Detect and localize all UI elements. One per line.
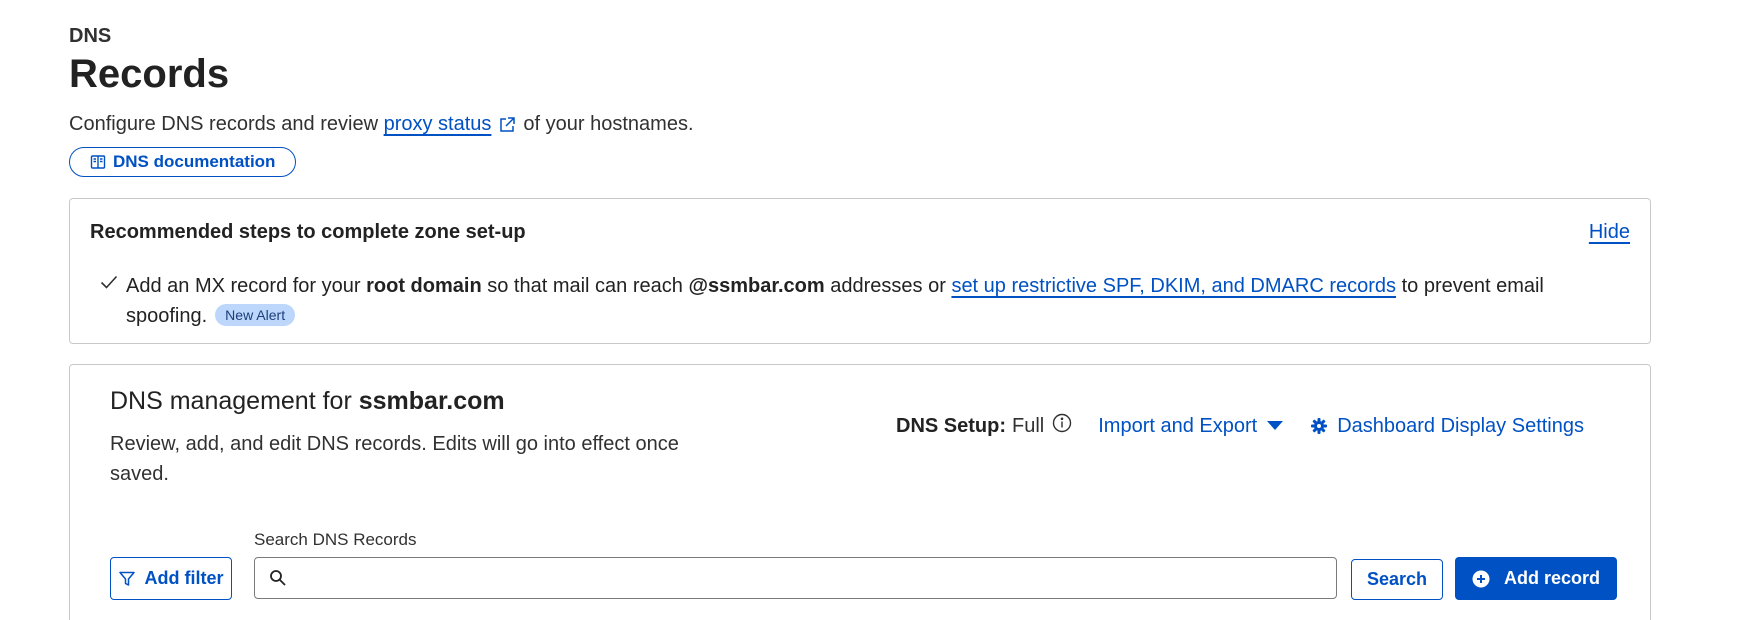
dns-documentation-button[interactable]: DNS documentation bbox=[69, 147, 297, 177]
description-text-end: of your hostnames. bbox=[523, 113, 694, 135]
search-icon bbox=[270, 570, 286, 586]
check-icon bbox=[100, 271, 126, 331]
recommended-steps-title: Recommended steps to complete zone set-u… bbox=[90, 221, 526, 243]
external-link-icon[interactable] bbox=[498, 116, 516, 134]
search-box[interactable] bbox=[254, 557, 1337, 599]
dns-setup-value: Full bbox=[1012, 414, 1045, 437]
search-input[interactable] bbox=[295, 558, 1336, 598]
new-alert-badge: New Alert bbox=[215, 304, 296, 326]
import-export-dropdown[interactable]: Import and Export bbox=[1098, 415, 1284, 438]
description-text-start: Configure DNS records and review bbox=[69, 113, 379, 135]
dns-documentation-label: DNS documentation bbox=[113, 152, 276, 171]
dashboard-display-settings-link[interactable]: Dashboard Display Settings bbox=[1311, 415, 1584, 438]
domain-name: ssmbar.com bbox=[358, 387, 505, 415]
recommendation-text: Add an MX record for your root domain so… bbox=[126, 275, 1544, 327]
caret-down-icon bbox=[1267, 421, 1284, 430]
dns-records-page: DNS Records Configure DNS records and re… bbox=[0, 0, 1754, 620]
breadcrumb: DNS bbox=[69, 25, 112, 47]
recommended-steps-card: Recommended steps to complete zone set-u… bbox=[69, 198, 1651, 344]
dns-setup-label: DNS Setup: bbox=[896, 414, 1006, 437]
domain-emphasis: @ssmbar.com bbox=[688, 275, 825, 297]
recommendation-item: Add an MX record for your root domain so… bbox=[100, 271, 1600, 331]
add-filter-label: Add filter bbox=[144, 568, 224, 588]
filter-icon bbox=[118, 571, 135, 586]
dns-management-title: DNS management for ssmbar.com bbox=[110, 387, 505, 415]
add-record-button[interactable]: Add record bbox=[1455, 557, 1617, 600]
root-domain-emphasis: root domain bbox=[366, 275, 482, 297]
hide-recommendations-link[interactable]: Hide bbox=[1589, 221, 1630, 244]
dns-management-toolbar: DNS Setup: Full Import and Export Dashbo… bbox=[896, 413, 1584, 439]
gear-icon bbox=[1311, 418, 1328, 434]
page-title: Records bbox=[69, 52, 230, 96]
dns-management-card: DNS management for ssmbar.com Review, ad… bbox=[69, 364, 1651, 620]
search-dns-records-label: Search DNS Records bbox=[254, 530, 417, 549]
plus-circle-icon bbox=[1472, 570, 1490, 587]
email-records-link[interactable]: set up restrictive SPF, DKIM, and DMARC … bbox=[951, 275, 1396, 297]
page-description: Configure DNS records and review proxy s… bbox=[69, 113, 694, 136]
proxy-status-link[interactable]: proxy status bbox=[384, 113, 492, 136]
add-record-label: Add record bbox=[1503, 568, 1600, 588]
search-button[interactable]: Search bbox=[1351, 559, 1443, 600]
add-filter-button[interactable]: Add filter bbox=[110, 557, 232, 600]
dns-management-description: Review, add, and edit DNS records. Edits… bbox=[110, 433, 679, 485]
book-icon bbox=[90, 155, 106, 169]
info-icon[interactable] bbox=[1052, 413, 1072, 439]
